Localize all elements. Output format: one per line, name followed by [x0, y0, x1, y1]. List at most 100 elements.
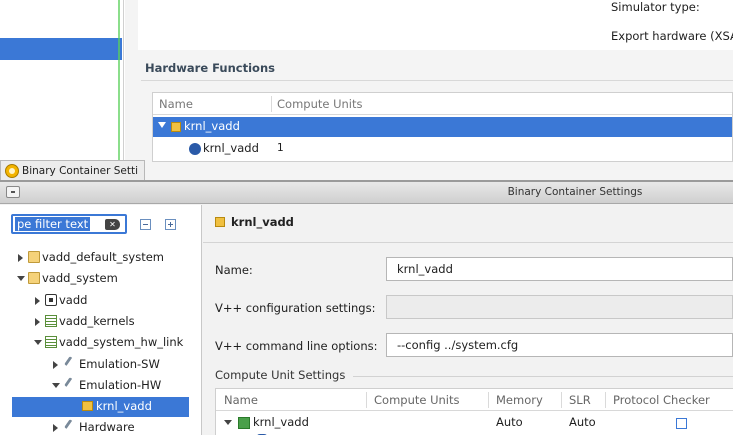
tree-item-label: Emulation-SW: [79, 357, 160, 371]
dialog-titlebar[interactable]: Binary Container Settings: [0, 182, 733, 204]
tree-item-hardware[interactable]: Hardware: [0, 418, 200, 435]
section-separator: [141, 80, 733, 81]
column-separator[interactable]: [366, 392, 367, 408]
table-row[interactable]: krnl_vadd 1: [153, 139, 732, 159]
kernel-icon: [238, 417, 250, 429]
name-field[interactable]: krnl_vadd: [386, 257, 733, 281]
function-icon: [82, 401, 93, 411]
table-row[interactable]: krnl_vadd: [153, 117, 732, 137]
divider: [123, 0, 124, 180]
chip-icon: [45, 294, 57, 306]
tree-item-vadd[interactable]: vadd: [0, 291, 200, 311]
row-name: krnl_vadd: [203, 141, 259, 155]
sash-divider[interactable]: [118, 0, 120, 180]
tree-item-label: Emulation-HW: [79, 378, 162, 392]
hardware-functions-table[interactable]: Name Compute Units krnl_vadd krnl_vadd 1: [152, 92, 733, 162]
system-folder-icon: [28, 251, 40, 263]
collapse-all-icon[interactable]: [140, 219, 151, 230]
function-icon: [171, 122, 181, 132]
expand-arrow-icon[interactable]: [35, 297, 40, 305]
tree-item-label: vadd: [59, 293, 88, 307]
function-icon: [215, 217, 225, 227]
compute-unit-settings-title: Compute Unit Settings: [215, 368, 346, 382]
row-memory[interactable]: Auto: [496, 415, 523, 429]
tab-label: Binary Container Setti: [22, 165, 139, 177]
wrench-icon: [64, 419, 78, 433]
binary-container-settings-dialog: Binary Container Settings pe filter text…: [0, 180, 733, 435]
column-separator[interactable]: [488, 392, 489, 408]
column-header-compute-units[interactable]: Compute Units: [277, 97, 363, 111]
row-name: krnl_vadd: [184, 119, 240, 133]
column-header-compute-units[interactable]: Compute Units: [374, 393, 460, 407]
binary-container-tab[interactable]: Binary Container Setti: [0, 160, 145, 182]
expand-arrow-icon[interactable]: [53, 424, 58, 432]
export-hardware-label: Export hardware (XSA: [611, 29, 733, 43]
column-header-slr[interactable]: SLR: [569, 393, 591, 407]
column-separator[interactable]: [561, 392, 562, 408]
expand-arrow-icon[interactable]: [53, 361, 58, 369]
tree-item-label: vadd_default_system: [42, 250, 164, 264]
filter-input[interactable]: pe filter text ✕: [11, 214, 127, 234]
protocol-checker-checkbox[interactable]: [676, 418, 687, 429]
vpp-config-label: V++ configuration settings:: [215, 301, 376, 315]
filter-text: pe filter text: [15, 217, 91, 231]
collapse-arrow-icon[interactable]: [34, 340, 42, 345]
column-header-name[interactable]: Name: [224, 393, 258, 407]
collapse-arrow-icon[interactable]: [52, 383, 60, 388]
table-row[interactable]: krnl_vadd Auto Auto: [216, 413, 733, 433]
container-tree-pane: pe filter text ✕ vadd_default_system vad…: [0, 205, 202, 435]
expand-arrow-icon[interactable]: [18, 254, 23, 262]
tree-item-emulation-sw[interactable]: Emulation-SW: [0, 355, 200, 375]
column-header-protocol-checker[interactable]: Protocol Checker: [613, 393, 710, 407]
tree-item-label: krnl_vadd: [96, 399, 152, 413]
dialog-title: Binary Container Settings: [507, 186, 643, 198]
tree-item-label: Hardware: [79, 420, 135, 434]
kernel-icon: [189, 143, 201, 155]
gear-icon: [5, 164, 19, 178]
wrench-icon: [64, 356, 78, 370]
name-label: Name:: [215, 263, 253, 277]
system-folder-icon: [28, 272, 40, 284]
section-title-text: krnl_vadd: [231, 215, 294, 229]
project-list-icon: [45, 315, 57, 327]
wrench-icon: [64, 377, 78, 391]
tree-item-label: vadd_system_hw_link: [59, 335, 184, 349]
table-header: Name Compute Units: [153, 93, 732, 115]
collapse-arrow-icon[interactable]: [17, 276, 25, 281]
settings-content-pane: krnl_vadd Name: krnl_vadd V++ configurat…: [203, 205, 733, 435]
background-selected-row[interactable]: [0, 38, 122, 60]
tree-item-vadd-kernels[interactable]: vadd_kernels: [0, 312, 200, 332]
expand-arrow-icon[interactable]: [158, 122, 166, 128]
hardware-settings-editor: Simulator type: Export hardware (XSA Har…: [125, 0, 733, 180]
compute-unit-table[interactable]: Name Compute Units Memory SLR Protocol C…: [215, 388, 733, 435]
row-name: krnl_vadd: [253, 415, 309, 429]
column-separator[interactable]: [271, 96, 272, 112]
divider: [203, 242, 733, 243]
vpp-cmd-field[interactable]: --config ../system.cfg: [386, 333, 733, 357]
hardware-functions-title: Hardware Functions: [145, 61, 275, 75]
row-slr[interactable]: Auto: [569, 415, 596, 429]
simulator-type-label: Simulator type:: [611, 0, 700, 14]
tree-item-label: vadd_system: [42, 271, 118, 285]
vpp-config-field[interactable]: [386, 295, 733, 319]
tree-item-emulation-hw[interactable]: Emulation-HW: [0, 376, 200, 396]
background-left-panel: [0, 0, 124, 180]
row-compute-units[interactable]: 1: [277, 142, 284, 154]
table-header: Name Compute Units Memory SLR Protocol C…: [216, 389, 733, 411]
column-separator[interactable]: [605, 392, 606, 408]
group-separator: [353, 376, 733, 377]
expand-arrow-icon[interactable]: [35, 318, 40, 326]
tree-item-vadd-default-system[interactable]: vadd_default_system: [0, 248, 200, 268]
collapse-arrow-icon[interactable]: [224, 420, 232, 425]
clear-filter-icon[interactable]: ✕: [105, 219, 120, 230]
project-list-icon: [45, 336, 57, 348]
column-header-memory[interactable]: Memory: [496, 393, 543, 407]
tree-item-label: vadd_kernels: [59, 314, 135, 328]
expand-all-icon[interactable]: [165, 219, 176, 230]
tree-item-vadd-system-hw-link[interactable]: vadd_system_hw_link: [0, 333, 200, 353]
vpp-cmd-label: V++ command line options:: [215, 339, 378, 353]
tree-item-krnl-vadd[interactable]: krnl_vadd: [12, 397, 189, 417]
tree-item-vadd-system[interactable]: vadd_system: [0, 269, 200, 289]
column-header-name[interactable]: Name: [159, 97, 193, 111]
section-title: krnl_vadd: [215, 215, 294, 229]
